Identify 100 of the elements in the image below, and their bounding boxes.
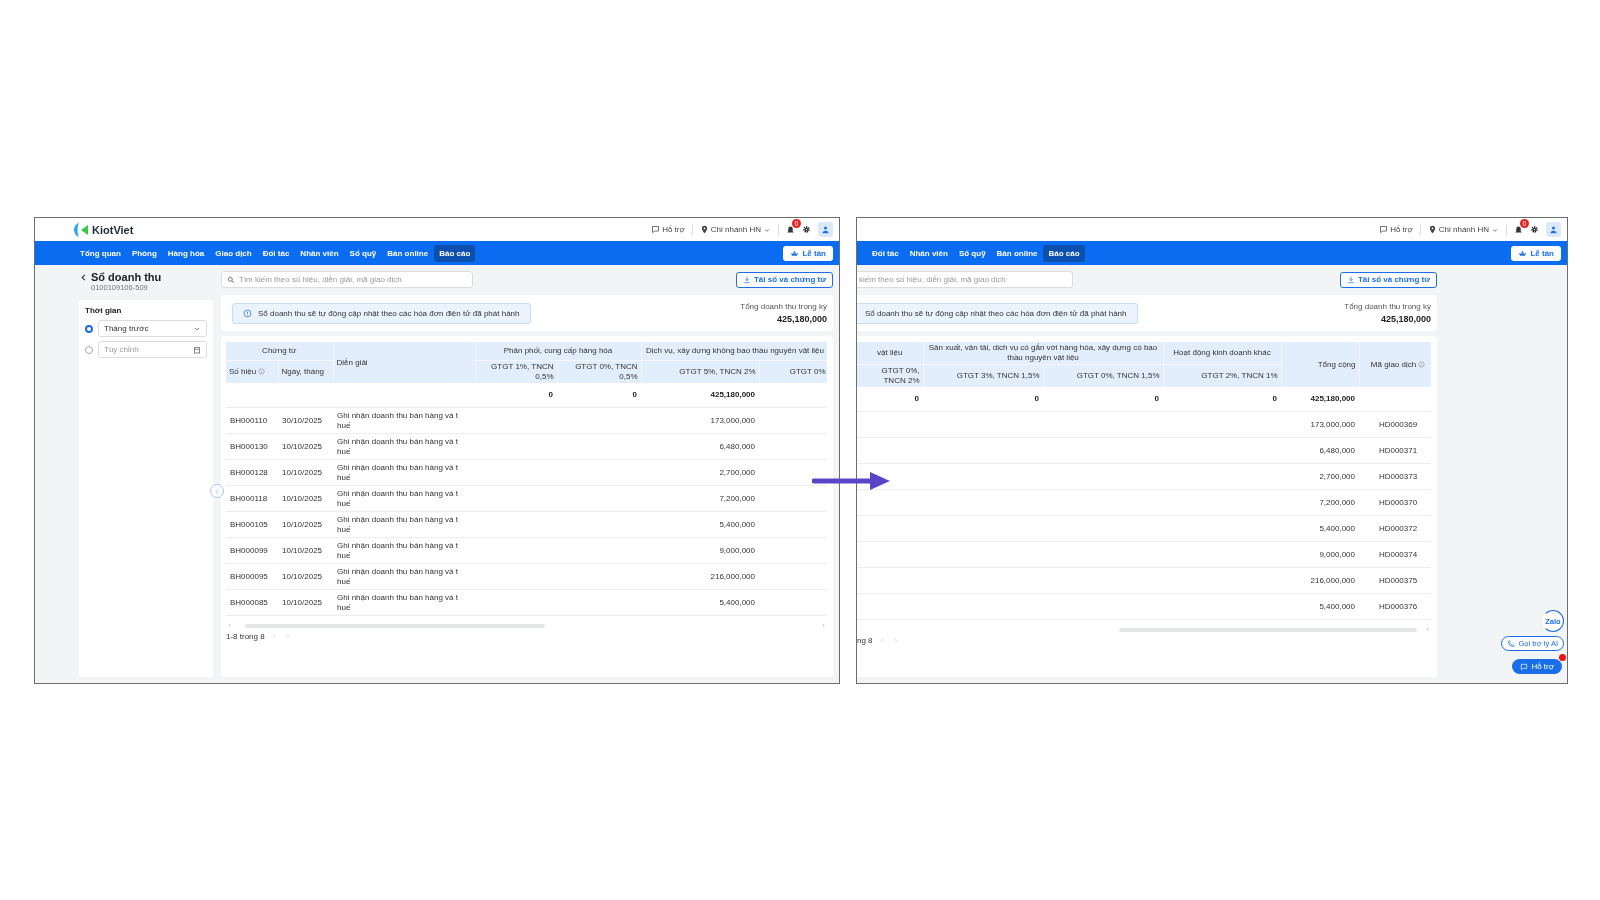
download-button[interactable]: Tải sổ và chứng từ xyxy=(735,271,833,288)
table-cell: HD000370 xyxy=(1359,489,1431,516)
logo-text: KiotViet xyxy=(92,223,134,236)
table-cell: 216,000,000 xyxy=(641,563,759,590)
table-cell: Ghi nhận doanh thu bán hàng và t huế xyxy=(333,459,475,486)
table-cell: BH000099 xyxy=(226,537,278,564)
table-cell: 7,200,000 xyxy=(1281,489,1359,516)
download-icon xyxy=(1346,275,1355,284)
table-cell: 5,400,000 xyxy=(641,589,759,616)
total-value: 425,180,000 xyxy=(776,314,827,324)
help-link[interactable]: Hỗ trợ xyxy=(651,225,685,234)
table-cell: 6,480,000 xyxy=(1281,437,1359,464)
column-header: GTGT 0% xyxy=(789,367,826,376)
nav-tab[interactable]: Hàng hóa xyxy=(162,244,210,262)
nav-tab[interactable]: Sổ quỹ xyxy=(953,244,991,262)
nav-tab[interactable]: Báo cáo xyxy=(1043,244,1085,262)
column-header: Tổng cộng xyxy=(1317,359,1356,369)
branch-selector[interactable]: Chi nhánh HN xyxy=(699,225,771,234)
radio-button[interactable] xyxy=(85,345,93,354)
nav-tab[interactable]: Đối tác xyxy=(867,244,904,262)
nav-tab[interactable]: Phòng xyxy=(126,244,162,262)
table-cell: 7,200,000 xyxy=(641,485,759,512)
nav-tab[interactable]: Tổng quan xyxy=(75,244,126,262)
branch-selector[interactable]: Chi nhánh HN xyxy=(1427,225,1499,234)
user-avatar[interactable] xyxy=(1546,222,1561,237)
table-cell: HD000376 xyxy=(1359,593,1431,620)
banner-text: Sổ doanh thu sẽ tự động cập nhật theo các hóa đơn điện tử đã phát hành xyxy=(258,308,520,318)
scroll-right-icon[interactable] xyxy=(820,622,827,629)
table-cell: Ghi nhận doanh thu bán hàng và t huế xyxy=(333,537,475,564)
period-dropdown[interactable]: Tháng trước xyxy=(98,320,207,337)
pagination-text: ng 8 xyxy=(857,636,873,645)
column-group-header: Hoạt động kinh doanh khác xyxy=(1173,348,1271,357)
reception-button[interactable]: Lễ tân xyxy=(1511,245,1561,261)
column-group-header: Chứng từ xyxy=(262,346,297,355)
table-cell: 9,000,000 xyxy=(641,537,759,564)
table-cell: Ghi nhận doanh thu bán hàng và t huế xyxy=(333,407,475,434)
nav-tab[interactable]: Nhân viên xyxy=(295,244,344,262)
total-cell: 425,180,000 xyxy=(641,383,759,408)
column-group-header: Dịch vụ, xây dựng không bao thầu nguyên vật liệu xyxy=(646,346,824,355)
nav-tab[interactable]: Nhân viên xyxy=(904,244,953,262)
chevron-left-icon xyxy=(212,486,222,496)
total-label: Tổng doanh thu trong kỳ xyxy=(1344,302,1431,311)
table-cell: 9,000,000 xyxy=(1281,541,1359,568)
settings-icon[interactable] xyxy=(802,225,811,234)
column-header: GTGT 3%, TNCN 1,5% xyxy=(956,371,1040,380)
bell-icon xyxy=(1514,225,1523,234)
column-header: GTGT 0%, TNCN 1,5% xyxy=(1076,371,1160,380)
notification-button[interactable] xyxy=(786,225,795,234)
column-header: Mã giao dịch xyxy=(1370,359,1417,369)
download-button[interactable]: Tải sổ và chứng từ xyxy=(1339,271,1437,288)
table-cell: 2,700,000 xyxy=(1281,463,1359,490)
table-cell: HD000375 xyxy=(1359,567,1431,594)
scroll-left-icon[interactable] xyxy=(226,622,233,629)
reception-button[interactable]: Lễ tân xyxy=(783,245,833,261)
nav-tab[interactable]: Báo cáo xyxy=(434,244,476,262)
total-cell: 0 xyxy=(475,383,557,408)
nav-tab[interactable]: Bán online xyxy=(991,244,1043,262)
search-field[interactable]: Tìm kiếm theo số hiệu, diễn giải, mã giao dịch xyxy=(221,271,473,288)
column-header: GTGT 1%, TNCN 0,5% xyxy=(491,362,554,381)
column-header: Diễn giải xyxy=(336,357,368,367)
nav-tab[interactable]: Đối tác xyxy=(257,244,295,262)
total-cell: 0 xyxy=(923,387,1043,412)
notification-button[interactable] xyxy=(1514,225,1523,234)
pin-icon xyxy=(699,225,709,234)
table-cell: BH000128 xyxy=(226,459,278,486)
nav-tab[interactable]: Giao dịch xyxy=(210,244,257,262)
table-cell: 5,400,000 xyxy=(1281,593,1359,620)
page-title: Sổ doanh thu xyxy=(91,271,162,283)
help-link[interactable]: Hỗ trợ xyxy=(1379,225,1413,234)
previous-page-icon[interactable] xyxy=(878,637,886,644)
table-cell: 5,400,000 xyxy=(641,511,759,538)
table-cell: BH000110 xyxy=(226,407,278,434)
table-cell: BH000085 xyxy=(226,589,278,616)
previous-page-icon[interactable] xyxy=(270,633,278,640)
nav-tab[interactable]: Bán online xyxy=(382,244,434,262)
settings-icon[interactable] xyxy=(1530,225,1539,234)
chat-icon xyxy=(651,225,661,234)
table-cell: BH000105 xyxy=(226,511,278,538)
table-cell: Ghi nhận doanh thu bán hàng và t huế xyxy=(333,433,475,460)
download-icon xyxy=(742,275,751,284)
bowl-icon xyxy=(1518,248,1528,258)
radio-button[interactable] xyxy=(85,324,93,333)
table-cell: BH000130 xyxy=(226,433,278,460)
table-cell: HD000372 xyxy=(1359,515,1431,542)
bowl-icon xyxy=(790,248,800,258)
total-value: 425,180,000 xyxy=(1380,314,1431,324)
table-cell: 30/10/2025 xyxy=(278,407,333,434)
support-chat-button[interactable]: Hỗ trợ xyxy=(1512,659,1562,674)
date-field[interactable]: Tùy chỉnh xyxy=(98,341,207,358)
nav-tab[interactable]: Sổ quỹ xyxy=(344,244,382,262)
table-cell: 2,700,000 xyxy=(641,459,759,486)
user-avatar[interactable] xyxy=(818,222,833,237)
total-cell: 0 xyxy=(857,387,923,412)
total-label: Tổng doanh thu trong kỳ xyxy=(740,302,827,311)
search-field[interactable]: kiếm theo số hiệu, diễn giải, mã giao dịch xyxy=(857,271,1073,288)
logo-icon xyxy=(73,221,89,238)
back-icon[interactable] xyxy=(79,273,88,282)
column-group-header: Phân phối, cung cấp hàng hóa xyxy=(503,346,613,355)
search-icon xyxy=(227,275,235,284)
scroll-right-icon[interactable] xyxy=(1424,626,1431,633)
